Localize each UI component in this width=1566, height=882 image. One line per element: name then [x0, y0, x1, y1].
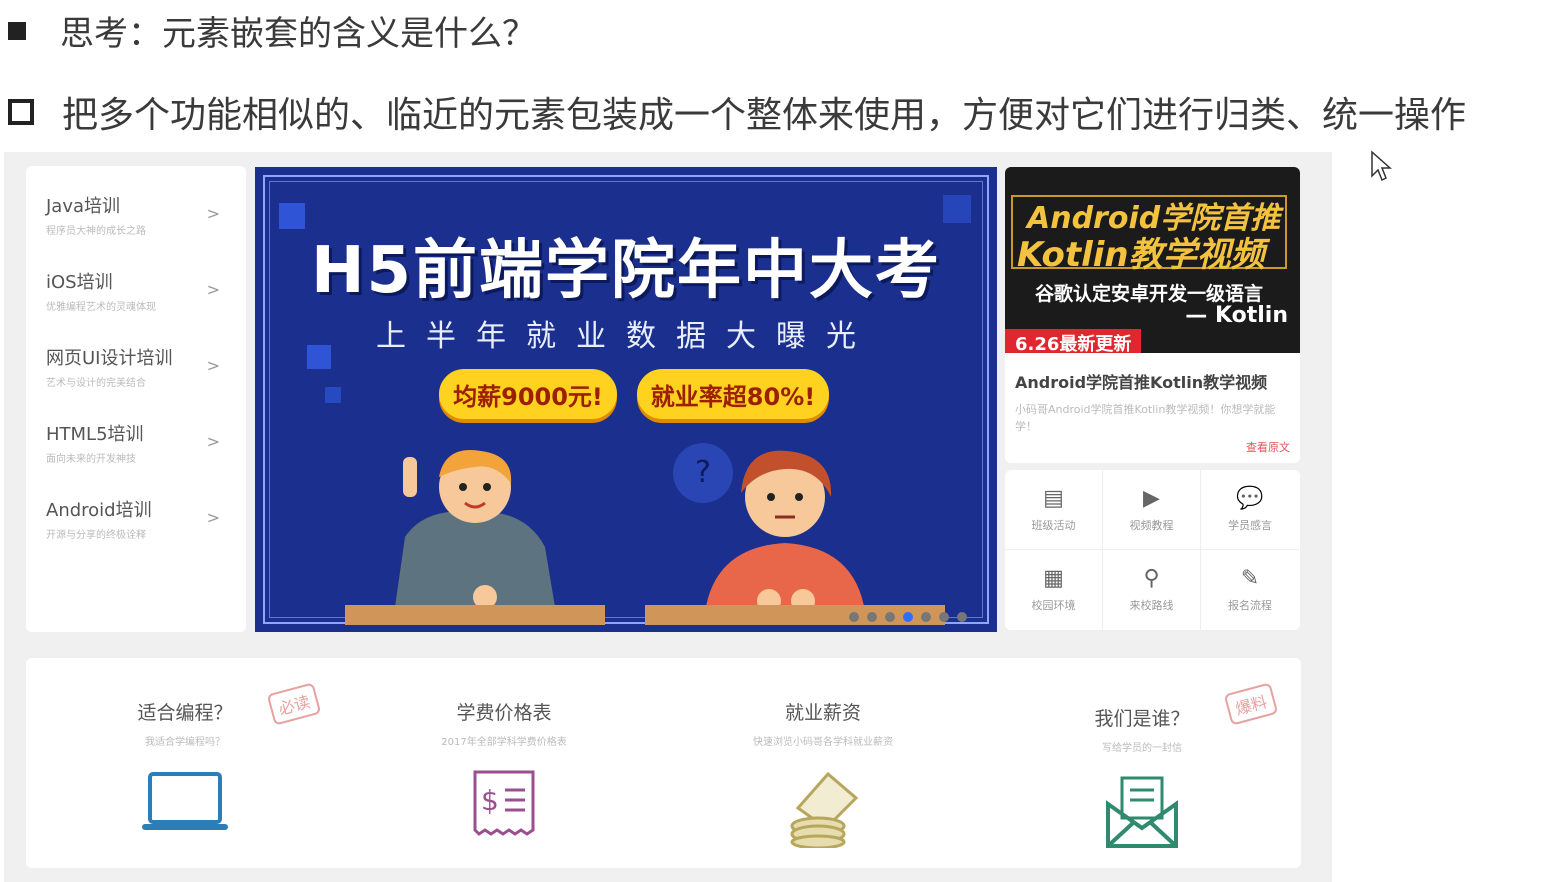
employment-pill: 就业率超80%! — [637, 369, 829, 419]
decor-square — [325, 387, 341, 403]
quick-link-class-activity[interactable]: ▤ 班级活动 — [1005, 470, 1103, 550]
course-menu: Java培训 程序员大神的成长之路 > iOS培训 优雅编程艺术的灵魂体现 > … — [26, 166, 246, 632]
feature-tuition[interactable]: 学费价格表 2017年全部学科学费价格表 $ — [345, 658, 663, 868]
quick-link-label: 学员感言 — [1228, 519, 1272, 532]
envelope-icon — [1106, 776, 1178, 848]
promo-title[interactable]: Android学院首推Kotlin教学视频 — [1015, 369, 1267, 393]
quick-link-label: 视频教程 — [1129, 519, 1174, 532]
carousel-dot[interactable] — [921, 612, 931, 622]
read-more-link[interactable]: 查看原文 — [1246, 439, 1290, 455]
price-list-icon: $ — [473, 770, 535, 836]
slide-answer: 把多个功能相似的、临近的元素包装成一个整体来使用，方便对它们进行归类、统一操作 — [8, 86, 1466, 138]
feature-desc: 2017年全部学科学费价格表 — [441, 737, 567, 748]
quick-link-testimonials[interactable]: 💬 学员感言 — [1201, 470, 1299, 550]
quick-link-video[interactable]: ▶ 视频教程 — [1103, 470, 1201, 550]
promo-image: Android学院首推 Kotlin教学视频 谷歌认定安卓开发一级语言 — Ko… — [1005, 167, 1300, 353]
feature-about-us[interactable]: 我们是谁？ 写给学员的一封信 爆料 — [983, 658, 1301, 868]
chevron-right-icon: > — [206, 356, 220, 375]
menu-item-html5[interactable]: HTML5培训 面向未来的开发神技 > — [46, 420, 236, 480]
menu-item-ios[interactable]: iOS培训 优雅编程艺术的灵魂体现 > — [46, 268, 236, 328]
menu-item-android[interactable]: Android培训 开源与分享的终极诠释 > — [46, 496, 236, 556]
menu-item-subtitle: 面向未来的开发神技 — [46, 454, 136, 465]
mouse-cursor-icon — [1371, 150, 1392, 182]
carousel-dots — [849, 612, 967, 622]
coins-icon — [790, 771, 859, 850]
chevron-right-icon: > — [206, 432, 220, 451]
promo-description: 小码哥Android学院首推Kotlin教学视频！你想学就能学！ — [1015, 403, 1276, 433]
quick-link-label: 班级活动 — [1031, 519, 1076, 532]
feature-desc: 快速浏览小码哥各学科就业薪资 — [753, 737, 893, 748]
building-icon: ▦ — [1043, 566, 1064, 591]
comment-icon: 💬 — [1236, 486, 1264, 511]
carousel-dot[interactable] — [849, 612, 859, 622]
banner-subtitle: 上半年就业数据大曝光 — [376, 319, 876, 354]
feature-row: 适合编程？ 我适合学编程吗？ 必读 学费价格表 2017年全部学科学费价格表 $… — [26, 658, 1301, 868]
chevron-right-icon: > — [206, 508, 220, 527]
laptop-icon — [142, 772, 228, 830]
desk-left — [345, 605, 605, 625]
quick-links-grid: ▤ 班级活动 ▶ 视频教程 💬 学员感言 ▦ 校园环境 ⚲ 来校路线 ✎ 报名流… — [1005, 470, 1300, 630]
form-icon: ✎ — [1240, 566, 1260, 591]
menu-item-subtitle: 优雅编程艺术的灵魂体现 — [46, 302, 156, 313]
boy-illustration — [395, 450, 555, 609]
feature-suitable[interactable]: 适合编程？ 我适合学编程吗？ 必读 — [26, 658, 344, 868]
menu-item-ui-design[interactable]: 网页UI设计培训 艺术与设计的完美结合 > — [46, 344, 236, 404]
menu-item-java[interactable]: Java培训 程序员大神的成长之路 > — [46, 192, 236, 252]
calendar-icon: ▤ — [1043, 486, 1064, 511]
kotlin-promo-card[interactable]: Android学院首推 Kotlin教学视频 谷歌认定安卓开发一级语言 — Ko… — [1005, 167, 1300, 463]
menu-item-subtitle: 艺术与设计的完美结合 — [46, 378, 146, 389]
route-icon: ⚲ — [1143, 566, 1160, 591]
answer-text: 把多个功能相似的、临近的元素包装成一个整体来使用，方便对它们进行归类、统一操作 — [62, 95, 1467, 136]
quick-link-route[interactable]: ⚲ 来校路线 — [1103, 550, 1201, 630]
feature-salary[interactable]: 就业薪资 快速浏览小码哥各学科就业薪资 — [664, 658, 982, 868]
main-banner[interactable]: H5前端学院年中大考 上半年就业数据大曝光 均薪9000元! 就业率超80%! … — [255, 167, 997, 632]
chevron-right-icon: > — [206, 204, 220, 223]
menu-item-subtitle: 开源与分享的终极诠释 — [46, 530, 146, 541]
salary-pill: 均薪9000元! — [439, 369, 617, 419]
chevron-right-icon: > — [206, 280, 220, 299]
feature-desc: 写给学员的一封信 — [1102, 743, 1182, 754]
carousel-dot[interactable] — [939, 612, 949, 622]
question-text: 思考：元素嵌套的含义是什么？ — [60, 14, 536, 54]
video-icon: ▶ — [1143, 486, 1160, 511]
promo-line-3: 谷歌认定安卓开发一级语言 — [1035, 283, 1264, 305]
quick-link-label: 报名流程 — [1228, 599, 1272, 612]
website-screenshot: Java培训 程序员大神的成长之路 > iOS培训 优雅编程艺术的灵魂体现 > … — [4, 152, 1332, 882]
update-tag: 6.26最新更新 — [1005, 329, 1142, 353]
hollow-square-bullet-icon — [8, 99, 34, 125]
promo-line-2: Kotlin教学视频 — [1017, 235, 1265, 275]
quick-link-label: 来校路线 — [1129, 599, 1174, 612]
slide-question: 思考：元素嵌套的含义是什么？ — [8, 6, 536, 55]
feature-title: 学费价格表 — [456, 702, 552, 724]
carousel-dot[interactable] — [957, 612, 967, 622]
menu-item-subtitle: 程序员大神的成长之路 — [46, 226, 146, 237]
feature-desc: 我适合学编程吗？ — [145, 737, 225, 748]
quick-link-enroll[interactable]: ✎ 报名流程 — [1201, 550, 1299, 630]
banner-title: H5前端学院年中大考 — [310, 234, 942, 308]
feature-title: 就业薪资 — [784, 702, 861, 724]
svg-text:$: $ — [481, 784, 499, 817]
question-bubble: ? — [673, 443, 733, 503]
carousel-dot[interactable] — [867, 612, 877, 622]
quick-link-campus[interactable]: ▦ 校园环境 — [1005, 550, 1103, 630]
filled-square-bullet-icon — [8, 21, 26, 40]
carousel-dot-active[interactable] — [903, 612, 913, 622]
promo-line-4: — Kotlin — [1185, 303, 1288, 328]
quick-link-label: 校园环境 — [1031, 599, 1076, 612]
carousel-dot[interactable] — [885, 612, 895, 622]
